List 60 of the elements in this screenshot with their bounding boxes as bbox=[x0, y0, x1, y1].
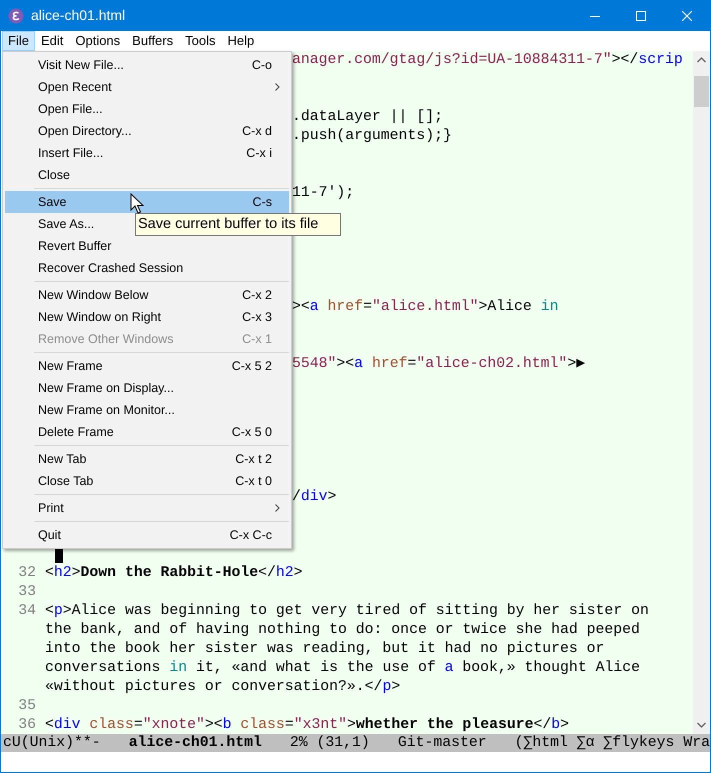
line-number: 35 bbox=[17, 697, 36, 716]
code-line: 5548"><a href="alice-ch02.html">▶ bbox=[292, 355, 586, 374]
menu-item[interactable]: Close Tab C-x t 0 bbox=[5, 470, 289, 492]
code-line: <div class="xnote"><b class="x3nt">whether the pleasure</b> bbox=[45, 716, 570, 734]
menu-item[interactable]: Revert Buffer bbox=[5, 235, 289, 257]
menu-bar-item[interactable]: Tools bbox=[179, 31, 222, 51]
menu-item[interactable]: Close bbox=[5, 164, 289, 186]
menu-item[interactable]: New Frame C-x 5 2 bbox=[5, 355, 289, 377]
menu-bar-item[interactable]: Buffers bbox=[126, 31, 180, 51]
text-cursor bbox=[55, 548, 63, 563]
menu-item[interactable]: Recover Crashed Session bbox=[5, 257, 289, 279]
menu-bar-item[interactable]: Edit bbox=[34, 31, 70, 51]
line-number: 36 bbox=[17, 716, 36, 734]
maximize-icon bbox=[636, 10, 646, 20]
scroll-down-icon[interactable] bbox=[697, 722, 706, 728]
menu-item[interactable]: Visit New File... C-o bbox=[5, 54, 289, 76]
menu-item[interactable]: New Window Below C-x 2 bbox=[5, 284, 289, 306]
close-icon bbox=[682, 10, 692, 20]
status-text: cU(Unix)**- bbox=[3, 734, 101, 752]
code-line: anager.com/gtag/js?id=UA-10884311-7"></scrip bbox=[292, 51, 683, 70]
menu-item[interactable]: Quit C-x C-c bbox=[5, 524, 289, 546]
scrollbar[interactable] bbox=[693, 51, 710, 734]
status-text: Git-master bbox=[398, 734, 487, 752]
app-logo-icon bbox=[8, 8, 24, 24]
menu-item[interactable]: New Window on Right C-x 3 bbox=[5, 306, 289, 328]
scroll-up-icon[interactable] bbox=[697, 57, 706, 63]
menu-item[interactable]: Save C-s bbox=[5, 191, 289, 213]
code-line: .push(arguments);} bbox=[292, 127, 452, 146]
menu-item[interactable]: Delete Frame C-x 5 0 bbox=[5, 421, 289, 443]
menu-item[interactable]: Print bbox=[5, 497, 289, 519]
code-line: the bank, and of having nothing to do: once or twice she had peeped bbox=[45, 621, 640, 640]
menu-item[interactable]: New Frame on Monitor... bbox=[5, 399, 289, 421]
code-line: <p>Alice was beginning to get very tired of sitting by her sister on bbox=[45, 602, 649, 621]
status-text: alice-ch01.html bbox=[128, 734, 262, 752]
menu-item[interactable]: Open Directory... C-x d bbox=[5, 120, 289, 142]
menu-item[interactable]: Open Recent bbox=[5, 76, 289, 98]
code-line: «without pictures or conversation?».</p> bbox=[45, 678, 400, 697]
code-line: /div> bbox=[292, 488, 336, 507]
menu-item[interactable]: Insert File... C-x i bbox=[5, 142, 289, 164]
line-number: 32 bbox=[17, 564, 36, 583]
menu-item[interactable]: Open File... bbox=[5, 98, 289, 120]
code-line: ><a href="alice.html">Alice in bbox=[292, 298, 558, 317]
code-line: .dataLayer || []; bbox=[292, 108, 443, 127]
code-line: conversations in it, «and what is the use of a book,» thought Alice bbox=[45, 659, 640, 678]
menu-bar-item[interactable]: Help bbox=[221, 31, 260, 51]
status-text: (∑html ∑α ∑flykeys Wra bbox=[514, 734, 710, 752]
status-text: 2% (31,1) bbox=[290, 734, 370, 752]
line-number: 33 bbox=[17, 583, 36, 602]
menu-bar-item[interactable]: Options bbox=[69, 31, 126, 51]
menu-item[interactable]: New Frame on Display... bbox=[5, 377, 289, 399]
window-title: alice-ch01.html bbox=[31, 6, 126, 25]
line-number: 34 bbox=[17, 602, 36, 621]
mouse-pointer-icon bbox=[130, 193, 144, 215]
menu-item[interactable]: New Tab C-x t 2 bbox=[5, 448, 289, 470]
code-line: <h2>Down the Rabbit-Hole</h2> bbox=[45, 564, 303, 583]
code-line: into the book her sister was reading, but it had no pictures or bbox=[45, 640, 604, 659]
tooltip: Save current buffer to its file bbox=[135, 213, 341, 236]
code-line: 11-7'); bbox=[292, 184, 354, 203]
menu-bar-item[interactable]: File bbox=[2, 31, 35, 51]
scrollbar-thumb[interactable] bbox=[694, 76, 709, 107]
